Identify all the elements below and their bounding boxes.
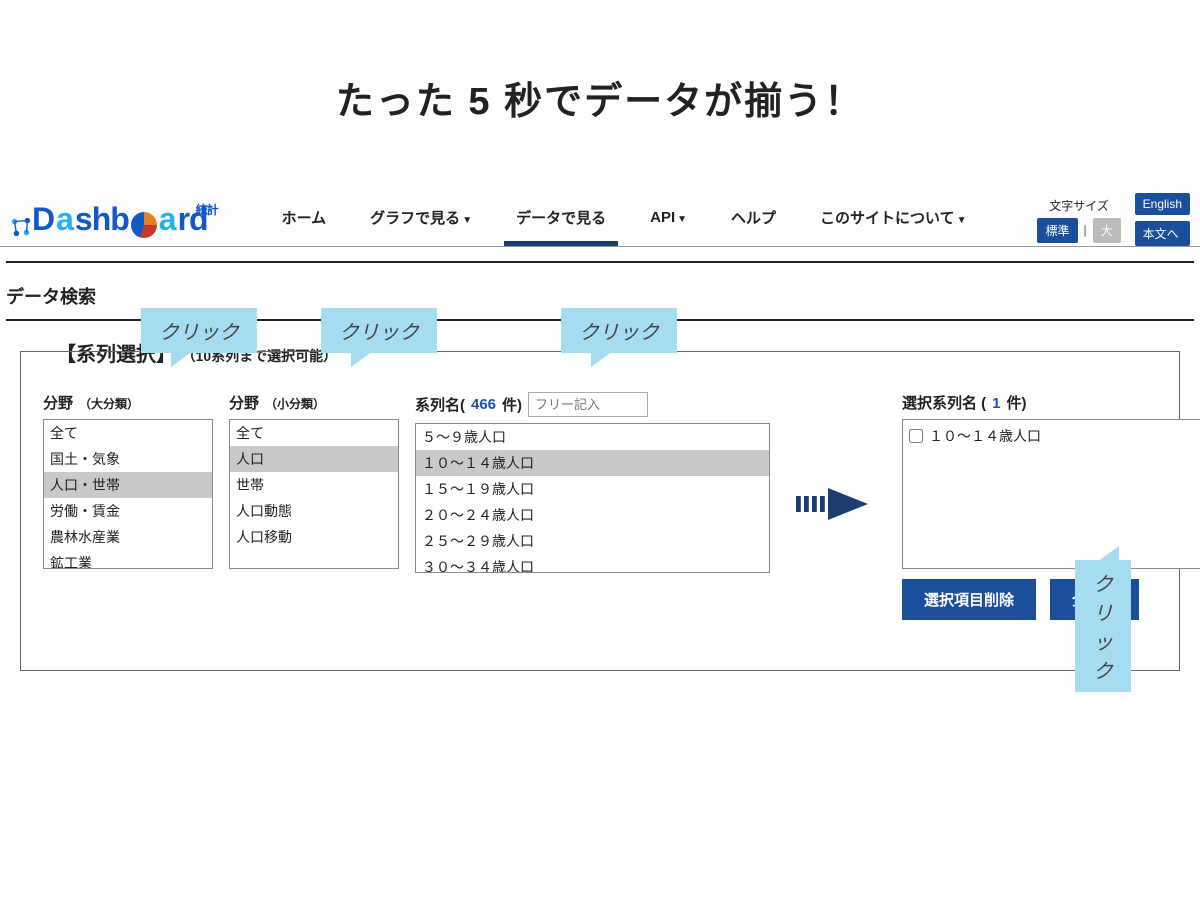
delete-selected-button[interactable]: 選択項目削除 (902, 579, 1036, 620)
chevron-down-icon: ▼ (677, 214, 687, 225)
list-option[interactable]: 人口動態 (230, 498, 398, 524)
nav: ホーム グラフで見る▼ データで見る API▼ ヘルプ このサイトについて▼ (278, 193, 971, 246)
pie-icon (131, 212, 157, 238)
font-size-label: 文字サイズ (1037, 197, 1120, 214)
series-count: 466 (471, 396, 496, 413)
font-size-standard-button[interactable]: 標準 (1037, 218, 1077, 243)
list-option[interactable]: 世帯 (230, 472, 398, 498)
list-option[interactable]: 全て (44, 420, 212, 446)
minor-label: 分野 (229, 392, 259, 413)
skip-to-body-button[interactable]: 本文へ (1135, 221, 1190, 246)
list-option[interactable]: 人口移動 (230, 524, 398, 550)
english-button[interactable]: English (1135, 193, 1190, 215)
major-label: 分野 (43, 392, 73, 413)
list-option[interactable]: 労働・賃金 (44, 498, 212, 524)
selected-count: 1 (992, 395, 1000, 412)
selected-listbox[interactable]: １０～１４歳人口 (902, 419, 1200, 569)
minor-sublabel: （小分類） (265, 395, 325, 412)
major-category-column: 分野 （大分類） 全て国土・気象人口・世帯労働・賃金農林水産業鉱工業商業・サービ… (43, 392, 213, 569)
series-label-prefix: 系列名( (415, 394, 465, 415)
list-option[interactable]: 農林水産業 (44, 524, 212, 550)
page-title: データ検索 (6, 283, 1194, 309)
series-selection-panel: クリック クリック クリック 分野 （大分類） 全て国土・気象人口・世帯労働・賃… (20, 351, 1180, 671)
series-listbox[interactable]: ５～９歳人口１０～１４歳人口１５～１９歳人口２０～２４歳人口２５～２９歳人口３０… (415, 423, 770, 573)
selected-item-checkbox[interactable] (909, 429, 923, 443)
list-option[interactable]: １０～１４歳人口 (416, 450, 769, 476)
headline: たった 5 秒でデータが揃う！ (0, 70, 1200, 125)
list-option[interactable]: ２０～２４歳人口 (416, 502, 769, 528)
nav-graph[interactable]: グラフで見る▼ (366, 193, 476, 246)
font-size-large-button[interactable]: 大 (1093, 218, 1121, 243)
list-option[interactable]: 国土・気象 (44, 446, 212, 472)
callout-click: クリック (1075, 560, 1131, 692)
series-label-suffix: 件) (502, 394, 522, 415)
selected-label-prefix: 選択系列名 ( (902, 392, 986, 413)
arrow-icon (796, 484, 876, 529)
callout-click: クリック (561, 308, 677, 353)
list-option[interactable]: 全て (230, 420, 398, 446)
right-controls: 文字サイズ 標準 | 大 English 本文へ (1037, 193, 1190, 246)
nav-data[interactable]: データで見る (512, 193, 610, 246)
callout-click: クリック (141, 308, 257, 353)
nav-api[interactable]: API▼ (646, 195, 691, 244)
selected-item[interactable]: １０～１４歳人口 (907, 424, 1197, 448)
nav-help[interactable]: ヘルプ (727, 193, 780, 246)
nav-home[interactable]: ホーム (278, 193, 331, 246)
minor-listbox[interactable]: 全て人口世帯人口動態人口移動 (229, 419, 399, 569)
chevron-down-icon: ▼ (462, 215, 472, 226)
logo[interactable]: Dashbard 統計 (10, 201, 218, 238)
list-option[interactable]: ２５～２９歳人口 (416, 528, 769, 554)
list-option[interactable]: 人口・世帯 (44, 472, 212, 498)
selected-label-suffix: 件) (1007, 392, 1027, 413)
list-option[interactable]: ３０～３４歳人口 (416, 554, 769, 573)
nav-about[interactable]: このサイトについて▼ (816, 193, 970, 246)
selected-column: 選択系列名 (1件) １０～１４歳人口 選択項目削除 全削除 (902, 392, 1200, 620)
chevron-down-icon: ▼ (957, 215, 967, 226)
selected-item-label: １０～１４歳人口 (929, 426, 1041, 446)
major-sublabel: （大分類） (79, 395, 139, 412)
series-search-input[interactable] (528, 392, 648, 417)
minor-category-column: 分野 （小分類） 全て人口世帯人口動態人口移動 (229, 392, 399, 569)
divider (6, 261, 1194, 263)
network-icon (10, 216, 32, 238)
callout-click: クリック (321, 308, 437, 353)
list-option[interactable]: ５～９歳人口 (416, 424, 769, 450)
list-option[interactable]: 人口 (230, 446, 398, 472)
topbar: Dashbard 統計 ホーム グラフで見る▼ データで見る API▼ ヘルプ … (0, 185, 1200, 247)
series-column: クリック 系列名(466件) ５～９歳人口１０～１４歳人口１５～１９歳人口２０～… (415, 392, 770, 573)
logo-sup: 統計 (196, 201, 218, 218)
major-listbox[interactable]: 全て国土・気象人口・世帯労働・賃金農林水産業鉱工業商業・サービス業 (43, 419, 213, 569)
list-option[interactable]: １５～１９歳人口 (416, 476, 769, 502)
separator: | (1084, 223, 1087, 237)
list-option[interactable]: 鉱工業 (44, 550, 212, 569)
